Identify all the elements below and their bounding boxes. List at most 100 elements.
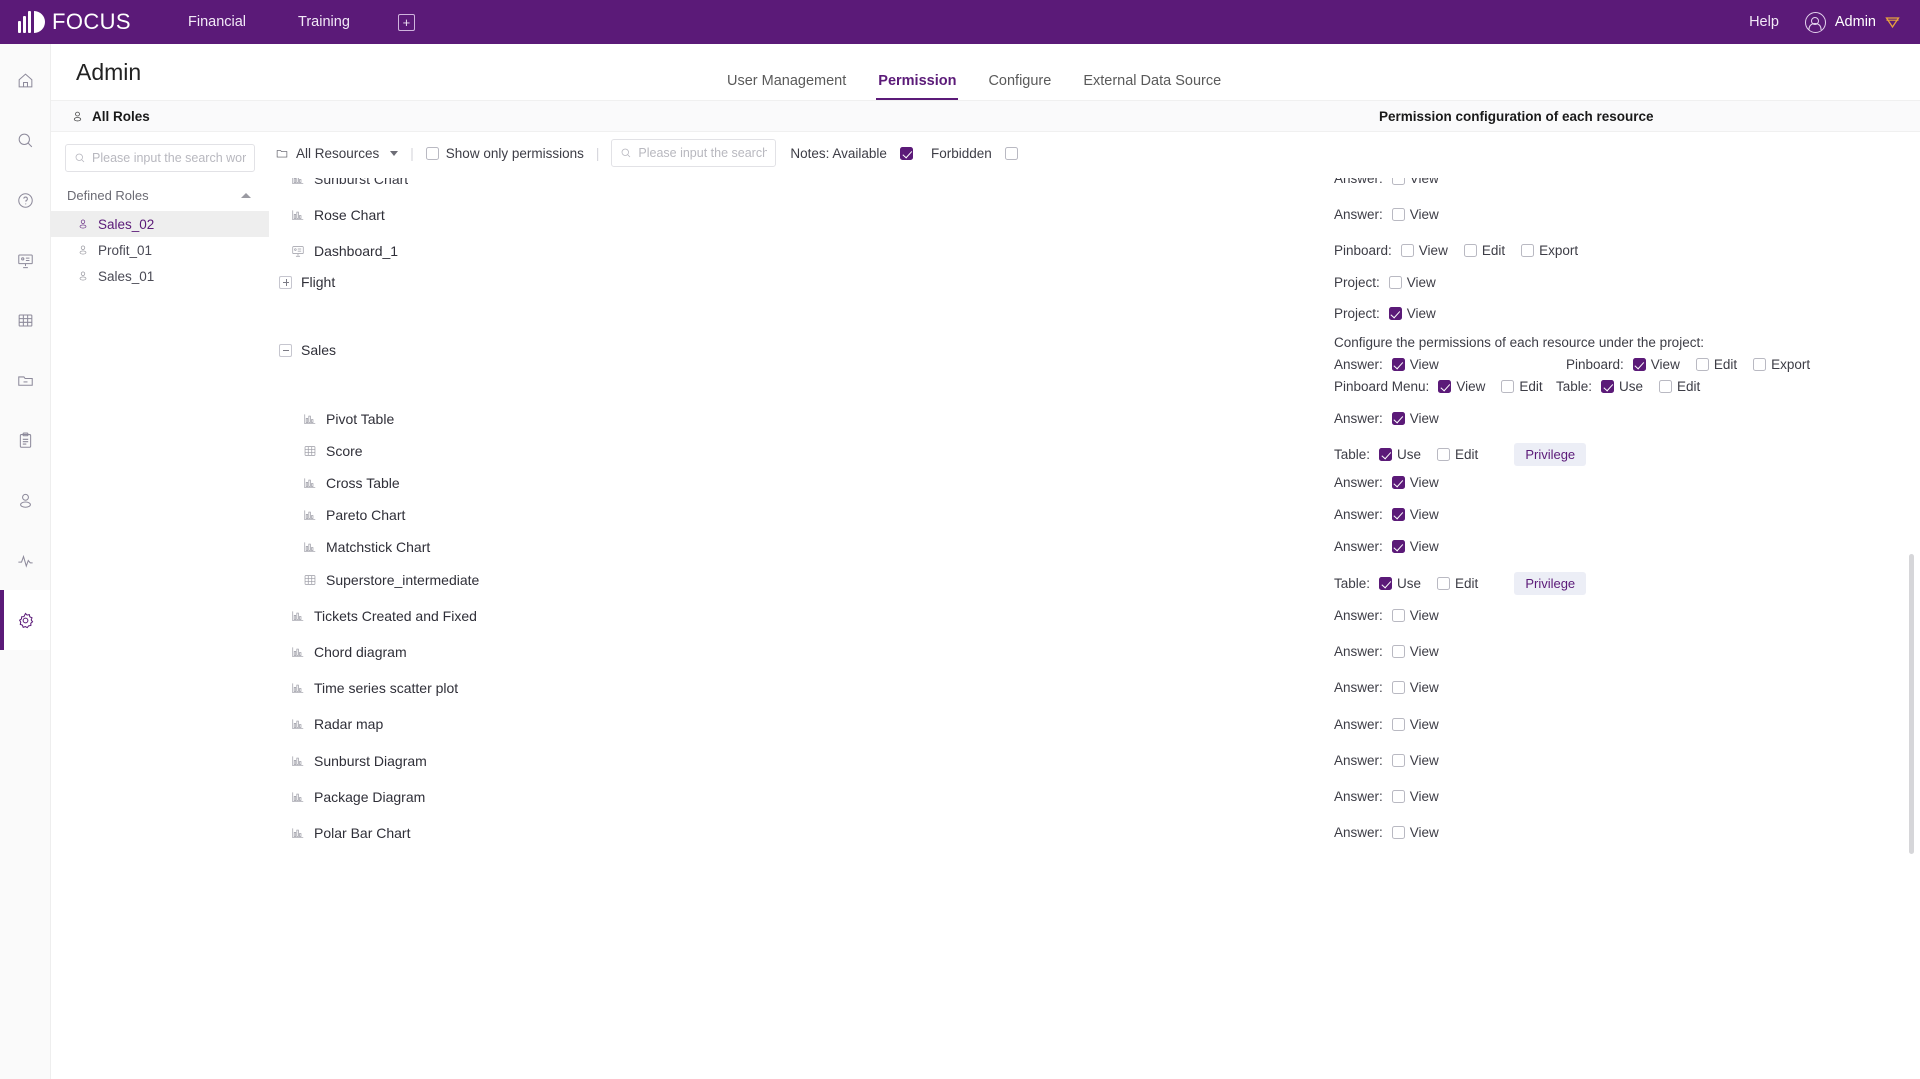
permission-checkbox-item[interactable]: View [1391, 644, 1439, 659]
tree-node[interactable]: Dashboard_1 [291, 243, 398, 259]
forbidden-checkbox[interactable] [1004, 146, 1018, 160]
checkbox-view[interactable] [1438, 380, 1452, 393]
tree-node[interactable]: Sunburst Diagram [291, 753, 427, 769]
checkbox-view[interactable] [1391, 178, 1405, 185]
checkbox-use[interactable] [1601, 380, 1615, 393]
notes-available-toggle[interactable]: Notes: Available [790, 146, 913, 161]
rail-item-folder[interactable] [0, 350, 50, 410]
permission-checkbox-item[interactable]: Export [1753, 357, 1810, 372]
permission-checkbox-item[interactable]: View [1391, 717, 1439, 732]
checkbox-view[interactable] [1632, 358, 1646, 371]
permission-checkbox-item[interactable]: View [1632, 357, 1680, 372]
checkbox-view[interactable] [1388, 307, 1402, 320]
rail-item-table[interactable] [0, 290, 50, 350]
checkbox-view[interactable] [1391, 540, 1405, 553]
checkbox-edit[interactable] [1501, 380, 1515, 393]
role-item-sales-01[interactable]: Sales_01 [51, 263, 269, 289]
tab-external-data-source[interactable]: External Data Source [1067, 73, 1237, 100]
checkbox-edit[interactable] [1437, 448, 1451, 461]
checkbox-edit[interactable] [1695, 358, 1709, 371]
permission-checkbox-item[interactable]: Edit [1501, 379, 1543, 394]
permission-checkbox-item[interactable]: View [1391, 507, 1439, 522]
checkbox-export[interactable] [1753, 358, 1767, 371]
permission-checkbox-item[interactable]: View [1400, 243, 1448, 258]
permission-checkbox-item[interactable]: View [1388, 275, 1436, 290]
privilege-button[interactable]: Privilege [1514, 572, 1587, 595]
tree-node[interactable]: Sales [279, 342, 336, 358]
rail-item-settings[interactable] [0, 590, 50, 650]
permission-checkbox-item[interactable]: Edit [1695, 357, 1737, 372]
rail-item-user[interactable] [0, 470, 50, 530]
permission-checkbox-item[interactable]: Edit [1463, 243, 1505, 258]
privilege-button[interactable]: Privilege [1514, 443, 1587, 466]
expand-node-icon[interactable] [279, 275, 292, 289]
permission-checkbox-item[interactable]: Export [1521, 243, 1578, 258]
role-item-sales-02[interactable]: Sales_02 [51, 211, 269, 237]
checkbox-use[interactable] [1379, 577, 1393, 590]
permission-checkbox-item[interactable]: View [1391, 357, 1439, 372]
tree-node[interactable]: Superstore_intermediate [303, 572, 479, 588]
permission-checkbox-item[interactable]: View [1391, 411, 1439, 426]
checkbox-use[interactable] [1379, 448, 1393, 461]
permission-checkbox-item[interactable]: View [1391, 680, 1439, 695]
roles-search-input[interactable]: Please input the search words [65, 144, 255, 172]
rail-item-activity[interactable] [0, 530, 50, 590]
nav-financial[interactable]: Financial [162, 0, 272, 44]
collapse-node-icon[interactable] [279, 343, 292, 357]
tab-user-management[interactable]: User Management [711, 73, 862, 100]
permission-checkbox-item[interactable]: View [1391, 539, 1439, 554]
checkbox-view[interactable] [1391, 645, 1405, 658]
tree-node[interactable]: Radar map [291, 716, 383, 732]
permission-checkbox-item[interactable]: View [1388, 306, 1436, 321]
checkbox-view[interactable] [1400, 244, 1414, 257]
permission-checkbox-item[interactable]: View [1438, 379, 1485, 394]
checkbox-view[interactable] [1391, 508, 1405, 521]
checkbox-view[interactable] [1391, 718, 1405, 731]
brand-logo[interactable]: FOCUS [0, 9, 150, 35]
tree-node[interactable]: Sunburst Chart [291, 178, 408, 187]
checkbox-view[interactable] [1391, 476, 1405, 489]
tree-node[interactable]: Score [303, 443, 363, 459]
rail-item-search[interactable] [0, 110, 50, 170]
permission-checkbox-item[interactable]: View [1391, 753, 1439, 768]
checkbox-edit[interactable] [1659, 380, 1673, 393]
help-link[interactable]: Help [1749, 14, 1779, 30]
permission-checkbox-item[interactable]: Edit [1437, 447, 1478, 462]
show-only-permissions-checkbox[interactable] [425, 146, 439, 160]
permission-checkbox-item[interactable]: View [1391, 825, 1439, 840]
tree-node[interactable]: Polar Bar Chart [291, 825, 410, 841]
checkbox-view[interactable] [1391, 681, 1405, 694]
checkbox-view[interactable] [1391, 609, 1405, 622]
permission-checkbox-item[interactable]: Edit [1437, 576, 1478, 591]
tab-permission[interactable]: Permission [862, 73, 972, 100]
checkbox-view[interactable] [1391, 412, 1405, 425]
permission-scrollbar[interactable] [1909, 554, 1914, 854]
tree-node[interactable]: Time series scatter plot [291, 680, 458, 696]
all-resources-dropdown[interactable]: All Resources [275, 146, 399, 161]
permission-checkbox-item[interactable]: Use [1601, 379, 1643, 394]
permission-checkbox-item[interactable]: Use [1379, 576, 1421, 591]
permission-checkbox-item[interactable]: View [1391, 608, 1439, 623]
role-item-profit-01[interactable]: Profit_01 [51, 237, 269, 263]
checkbox-view[interactable] [1391, 208, 1405, 221]
permission-checkbox-item[interactable]: Use [1379, 447, 1421, 462]
tree-node[interactable]: Pareto Chart [303, 507, 405, 523]
nav-training[interactable]: Training [272, 0, 376, 44]
tree-node[interactable]: Tickets Created and Fixed [291, 608, 477, 624]
tree-node[interactable]: Rose Chart [291, 207, 385, 223]
permission-checkbox-item[interactable]: View [1391, 789, 1439, 804]
tab-configure[interactable]: Configure [972, 73, 1067, 100]
available-checkbox[interactable] [899, 146, 913, 160]
tree-node[interactable]: Cross Table [303, 475, 400, 491]
checkbox-view[interactable] [1391, 826, 1405, 839]
checkbox-view[interactable] [1388, 276, 1402, 289]
user-menu[interactable]: Admin [1804, 11, 1900, 33]
permission-checkbox-item[interactable]: View [1391, 178, 1439, 186]
rail-item-help[interactable] [0, 170, 50, 230]
permission-checkbox-item[interactable]: View [1391, 207, 1439, 222]
checkbox-export[interactable] [1521, 244, 1535, 257]
resource-search-input[interactable]: Please input the search w [611, 139, 777, 167]
rail-item-presentation[interactable] [0, 230, 50, 290]
checkbox-view[interactable] [1391, 790, 1405, 803]
checkbox-edit[interactable] [1437, 577, 1451, 590]
